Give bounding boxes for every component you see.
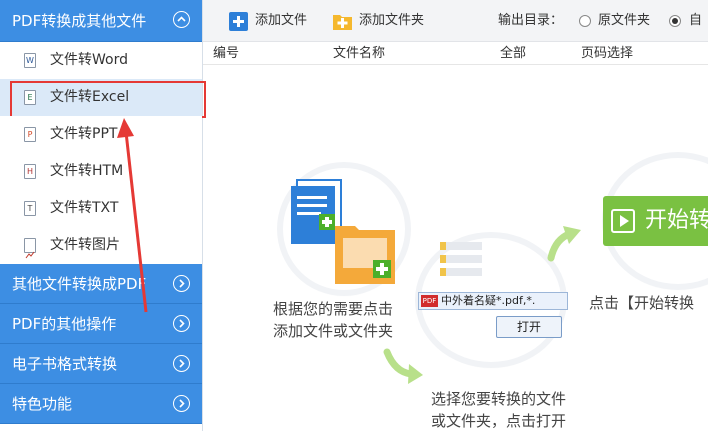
add-file-icon xyxy=(229,12,248,31)
file-table-header: 编号 文件名称 全部 页码选择 xyxy=(203,43,708,65)
add-file-button[interactable]: 添加文件 xyxy=(229,0,307,42)
toolbar: 添加文件 添加文件夹 输出目录： 原文件夹 自 xyxy=(203,0,708,42)
radio-original-folder[interactable] xyxy=(579,15,591,27)
flow-arrows xyxy=(383,226,581,384)
output-dir-label: 输出目录： xyxy=(498,13,564,28)
radio-custom-folder[interactable] xyxy=(669,15,681,27)
app-window: PDF转换成其他文件 W 文件转Word E 文件转Excel P 文件转PPT… xyxy=(0,0,708,431)
radio-custom-label: 自 xyxy=(689,13,703,28)
column-filename: 文件名称 xyxy=(333,46,386,61)
add-folder-button[interactable]: 添加文件夹 xyxy=(333,0,424,42)
column-number: 编号 xyxy=(213,46,240,61)
radio-original-label: 原文件夹 xyxy=(598,13,651,28)
column-all[interactable]: 全部 xyxy=(500,43,526,65)
column-page-select: 页码选择 xyxy=(581,46,634,61)
add-file-label: 添加文件 xyxy=(255,13,308,28)
guide-area: 根据您的需要点击 添加文件或文件夹 PDF 中外着名疑*.pdf,*. 打开 选… xyxy=(203,66,708,431)
add-folder-icon xyxy=(333,15,352,30)
add-folder-label: 添加文件夹 xyxy=(359,13,425,28)
